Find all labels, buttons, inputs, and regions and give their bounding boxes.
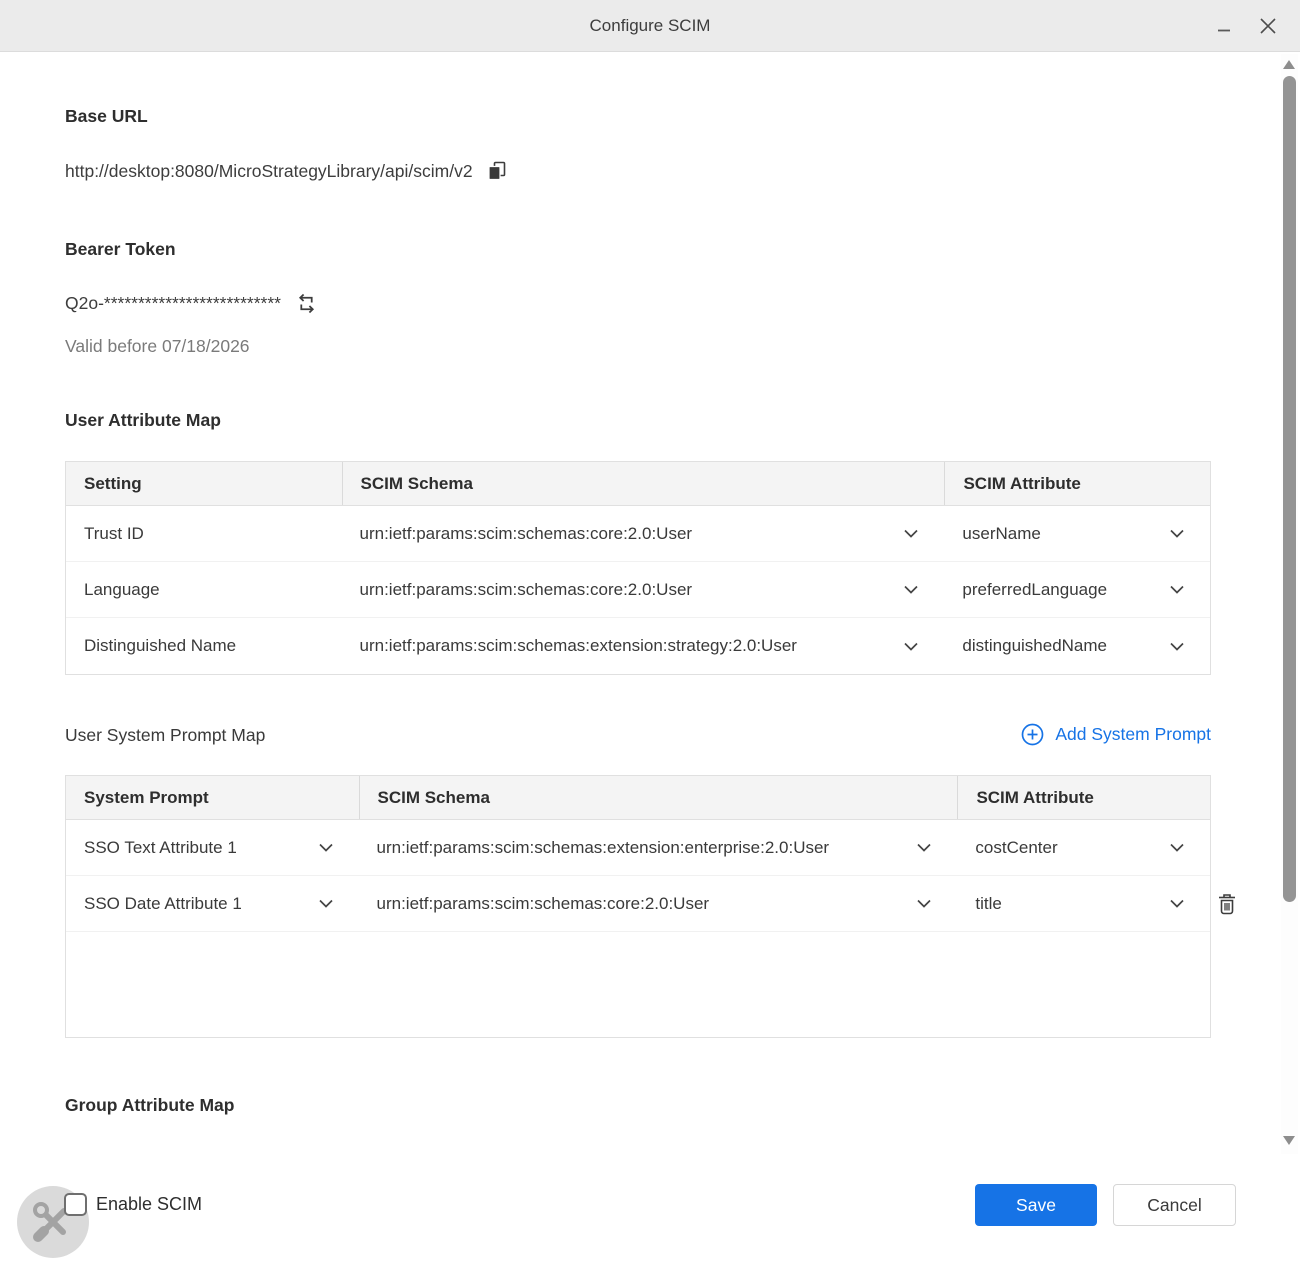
attribute-select[interactable]: title <box>957 876 1210 931</box>
table-row: SSO Date Attribute 1 urn:ietf:params:sci… <box>66 876 1210 932</box>
dialog-title: Configure SCIM <box>0 0 1300 52</box>
attribute-select[interactable]: userName <box>944 506 1210 561</box>
cancel-button[interactable]: Cancel <box>1113 1184 1236 1226</box>
scroll-down-arrow[interactable] <box>1283 1136 1296 1145</box>
schema-select[interactable]: urn:ietf:params:scim:schemas:core:2.0:Us… <box>342 506 945 561</box>
minimize-icon <box>1216 18 1232 34</box>
token-validity-text: Valid before 07/18/2026 <box>65 336 250 357</box>
chevron-down-icon <box>904 529 918 538</box>
user-system-prompt-map-title: User System Prompt Map <box>65 725 265 746</box>
table-header-row: System Prompt SCIM Schema SCIM Attribute <box>66 776 1210 820</box>
enable-scim-label: Enable SCIM <box>96 1194 202 1215</box>
column-header-setting: Setting <box>66 462 342 505</box>
enable-scim-checkbox[interactable] <box>64 1193 87 1216</box>
attribute-select[interactable]: distinguishedName <box>944 618 1210 674</box>
base-url-label: Base URL <box>65 106 148 127</box>
attribute-select[interactable]: costCenter <box>957 820 1210 875</box>
configure-scim-dialog: Configure SCIM Base URL http://desktop:8… <box>0 0 1300 1277</box>
setting-label: Distinguished Name <box>66 618 342 674</box>
save-button[interactable]: Save <box>975 1184 1097 1226</box>
column-header-scim-attribute: SCIM Attribute <box>957 776 1210 819</box>
empty-table-area <box>66 932 1210 1037</box>
column-header-scim-attribute: SCIM Attribute <box>944 462 1210 505</box>
regenerate-icon <box>294 291 319 316</box>
chevron-down-icon <box>917 899 931 908</box>
table-row: Trust ID urn:ietf:params:scim:schemas:co… <box>66 506 1210 562</box>
schema-select[interactable]: urn:ietf:params:scim:schemas:core:2.0:Us… <box>342 562 945 617</box>
chevron-down-icon <box>1170 899 1184 908</box>
close-button[interactable] <box>1254 12 1282 40</box>
chevron-down-icon <box>1170 585 1184 594</box>
regenerate-token-button[interactable] <box>294 291 319 316</box>
close-icon <box>1258 16 1278 36</box>
schema-select[interactable]: urn:ietf:params:scim:schemas:extension:e… <box>359 820 958 875</box>
chevron-down-icon <box>319 843 333 852</box>
table-row: Language urn:ietf:params:scim:schemas:co… <box>66 562 1210 618</box>
plus-circle-icon <box>1021 723 1044 746</box>
setting-label: Language <box>66 562 342 617</box>
chevron-down-icon <box>917 843 931 852</box>
chevron-down-icon <box>319 899 333 908</box>
chevron-down-icon <box>1170 529 1184 538</box>
base-url-value: http://desktop:8080/MicroStrategyLibrary… <box>65 161 473 182</box>
bearer-token-value: Q2o-************************** <box>65 293 281 314</box>
delete-row-button[interactable] <box>1215 891 1239 917</box>
copy-icon <box>486 159 508 183</box>
table-row: SSO Text Attribute 1 urn:ietf:params:sci… <box>66 820 1210 876</box>
column-header-scim-schema: SCIM Schema <box>342 462 945 505</box>
bearer-token-label: Bearer Token <box>65 239 176 260</box>
minimize-button[interactable] <box>1210 12 1238 40</box>
system-prompt-select[interactable]: SSO Date Attribute 1 <box>66 876 359 931</box>
chevron-down-icon <box>904 585 918 594</box>
column-header-system-prompt: System Prompt <box>66 776 359 819</box>
column-header-scim-schema: SCIM Schema <box>359 776 958 819</box>
schema-select[interactable]: urn:ietf:params:scim:schemas:core:2.0:Us… <box>359 876 958 931</box>
setting-label: Trust ID <box>66 506 342 561</box>
chevron-down-icon <box>1170 843 1184 852</box>
scrollbar-thumb[interactable] <box>1283 76 1296 902</box>
base-url-row: http://desktop:8080/MicroStrategyLibrary… <box>65 159 508 183</box>
chevron-down-icon <box>1170 642 1184 651</box>
add-system-prompt-label: Add System Prompt <box>1055 724 1211 745</box>
trash-icon <box>1215 891 1239 917</box>
schema-select[interactable]: urn:ietf:params:scim:schemas:extension:s… <box>342 618 945 674</box>
user-attribute-map-table: Setting SCIM Schema SCIM Attribute Trust… <box>65 461 1211 675</box>
attribute-select[interactable]: preferredLanguage <box>944 562 1210 617</box>
add-system-prompt-button[interactable]: Add System Prompt <box>1021 723 1211 746</box>
system-prompt-select[interactable]: SSO Text Attribute 1 <box>66 820 359 875</box>
title-bar: Configure SCIM <box>0 0 1300 52</box>
chevron-down-icon <box>904 642 918 651</box>
table-row: Distinguished Name urn:ietf:params:scim:… <box>66 618 1210 674</box>
user-system-prompt-map-table: System Prompt SCIM Schema SCIM Attribute… <box>65 775 1211 1038</box>
scroll-up-arrow[interactable] <box>1283 60 1296 69</box>
table-header-row: Setting SCIM Schema SCIM Attribute <box>66 462 1210 506</box>
copy-button[interactable] <box>486 159 508 183</box>
user-attribute-map-title: User Attribute Map <box>65 410 221 431</box>
group-attribute-map-title: Group Attribute Map <box>65 1095 234 1116</box>
bearer-token-row: Q2o-************************** <box>65 291 319 316</box>
